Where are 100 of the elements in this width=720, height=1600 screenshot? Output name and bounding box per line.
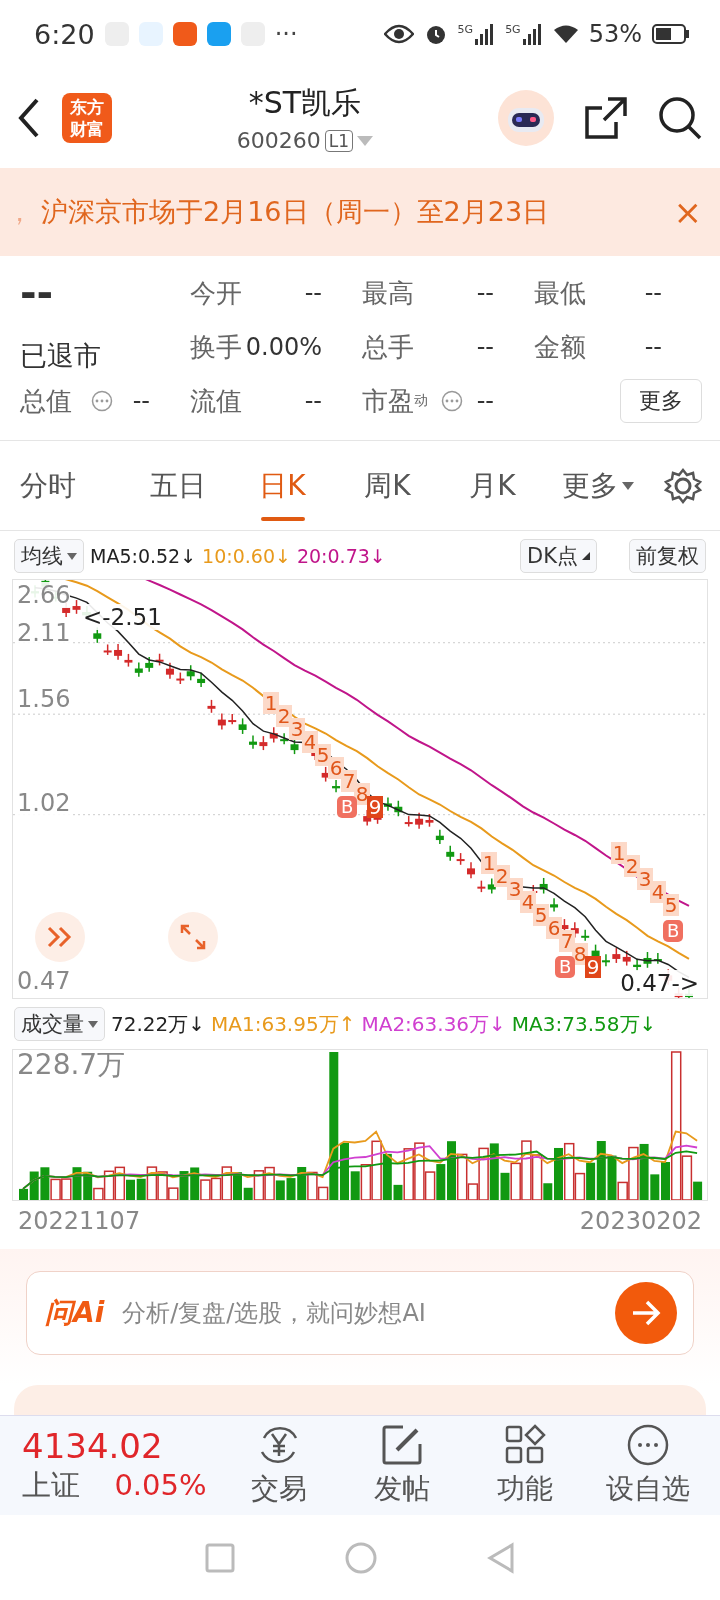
settings-icon[interactable]: [664, 466, 702, 505]
buy-signal-label: B: [663, 920, 684, 942]
candlestick: [145, 656, 154, 673]
action-label[interactable]: 功能: [497, 1469, 554, 1508]
info-icon[interactable]: [91, 390, 114, 412]
candlestick: [186, 664, 195, 682]
field-label: 换手: [190, 330, 242, 364]
share-icon[interactable]: [584, 96, 628, 140]
chart-tab[interactable]: 月K: [440, 440, 545, 531]
axis-label: 1.02: [17, 790, 71, 816]
field-value: --: [644, 279, 662, 307]
dropdown-icon: [67, 552, 77, 560]
battery-percent: 53%: [588, 20, 642, 48]
action-label[interactable]: 发帖: [373, 1469, 430, 1508]
volume-reading: 72.22万↓: [111, 1010, 205, 1038]
td-count-label: 6: [546, 917, 562, 939]
td-count-label: 4: [520, 891, 536, 913]
robot-avatar-icon[interactable]: [498, 90, 554, 146]
stock-title: *ST凯乐: [248, 84, 362, 122]
expand-panel-button[interactable]: [35, 912, 85, 962]
td-count-label: 7: [559, 930, 575, 952]
td-count-label: 5: [533, 904, 549, 926]
field-value: --: [304, 387, 322, 415]
more-icon[interactable]: [627, 1423, 670, 1466]
axis-label: 2.11: [17, 620, 71, 646]
candlestick: [332, 779, 341, 794]
field-label: 金额: [534, 330, 586, 364]
chart-tab[interactable]: 日K: [230, 440, 335, 531]
dropdown-icon: [88, 1020, 98, 1028]
candlestick: [601, 953, 610, 968]
indicator-select[interactable]: 成交量: [14, 1007, 105, 1041]
field-label: 总手: [362, 330, 414, 364]
fullscreen-button[interactable]: [168, 912, 218, 962]
candlestick: [446, 845, 455, 862]
candlestick: [176, 671, 185, 685]
candlestick: [477, 879, 486, 893]
td-count-label: 4: [302, 731, 318, 753]
start-date: 20221107: [18, 1207, 141, 1235]
adjust-button[interactable]: 前复权: [629, 539, 706, 573]
chart-tab[interactable]: 五日: [125, 440, 230, 531]
candlestick: [653, 952, 662, 965]
grid-icon[interactable]: [504, 1423, 547, 1466]
ai-brand-label: 问Ai: [45, 1295, 105, 1331]
stock-code: 600260: [236, 128, 321, 153]
signal-icon: [473, 23, 496, 45]
candlestick: [114, 643, 123, 661]
candlestick: [394, 800, 403, 817]
dropdown-icon: [621, 481, 634, 490]
index-value: 4134.02: [22, 1425, 164, 1466]
td-count-label: 4: [650, 881, 666, 903]
low-price-note: 0.47->: [620, 970, 699, 996]
edit-icon[interactable]: [380, 1423, 423, 1466]
app-icon: [172, 22, 197, 46]
buy-signal-label: B: [555, 956, 576, 978]
chart-tab[interactable]: 更多: [545, 440, 650, 531]
field-value: --: [476, 279, 494, 307]
td-count-label: 3: [289, 718, 305, 740]
more-button[interactable]: 更多: [620, 379, 702, 423]
indicator-select[interactable]: 均线: [14, 539, 84, 573]
volume-reading: MA3:73.58万↓: [511, 1010, 657, 1038]
field-label: 总值: [20, 384, 72, 418]
eye-icon: [383, 24, 414, 44]
candlestick: [207, 699, 216, 714]
price-value: --: [20, 270, 55, 316]
candlestick: [197, 672, 206, 688]
field-value: --: [476, 387, 494, 415]
index-change: 0.05%: [114, 1467, 208, 1502]
td-count-label: 1: [263, 692, 279, 714]
action-label[interactable]: 设自选: [606, 1469, 691, 1508]
field-label: 今开: [190, 276, 242, 310]
candlestick: [134, 661, 143, 678]
ask-ai-field[interactable]: 问Ai 分析/复盘/选股，就问妙想AI: [26, 1271, 694, 1355]
info-icon[interactable]: [441, 390, 464, 412]
superscript-label: 动: [414, 392, 428, 408]
signal-icon: [520, 23, 543, 45]
battery-icon: [652, 24, 690, 44]
network-label: 5G: [505, 23, 521, 36]
candlestick: [383, 796, 392, 812]
td-count-label: 1: [481, 852, 497, 874]
chart-tab[interactable]: 分时: [20, 440, 125, 531]
corner-icon: [582, 552, 590, 560]
search-icon[interactable]: [658, 96, 702, 140]
ma-reading: 20:0.73↓: [296, 545, 386, 567]
td-count-label: 1: [611, 842, 627, 864]
chart-tab[interactable]: 周K: [335, 440, 440, 531]
candlestick: [550, 897, 559, 913]
app-logo: 东方财富: [62, 93, 112, 143]
action-label[interactable]: 交易: [250, 1469, 307, 1508]
candlestick: [425, 813, 434, 828]
back-icon[interactable]: [18, 98, 40, 138]
listing-status: 已退市: [20, 339, 102, 373]
candlestick: [217, 712, 226, 731]
td-count-label: 9: [585, 956, 601, 978]
candlestick: [103, 643, 112, 656]
candlestick: [643, 951, 652, 969]
volume-reading: MA1:63.95万↑: [211, 1010, 356, 1038]
candlestick: [467, 861, 475, 880]
dk-button[interactable]: DK点: [520, 539, 597, 573]
more-notifications: ···: [274, 20, 298, 48]
fullscreen-icon: [180, 924, 206, 950]
